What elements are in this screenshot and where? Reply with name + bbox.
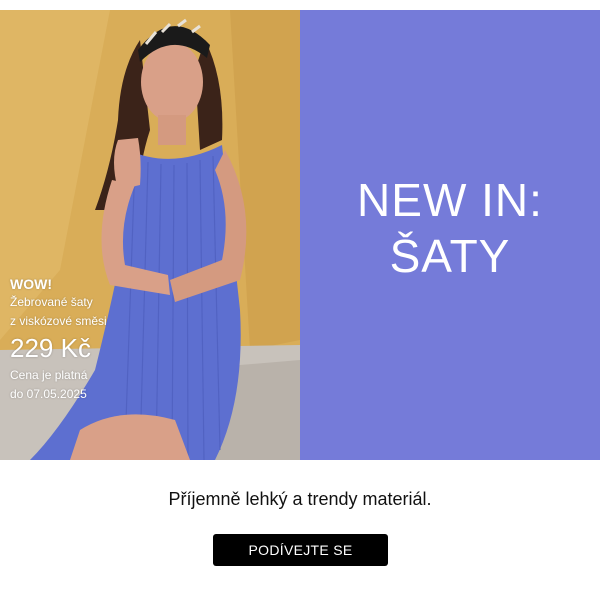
promo-block: WOW! Žebrované šaty z viskózové směsi 22… (10, 275, 107, 404)
subtitle: Příjemně lehký a trendy materiál. (168, 489, 432, 509)
product-name-line1: Žebrované šaty (10, 295, 93, 309)
headline-line1: NEW IN: (357, 174, 543, 226)
model-photo: WOW! Žebrované šaty z viskózové směsi 22… (0, 10, 300, 460)
product-price: 229 Kč (10, 333, 91, 363)
hero-banner[interactable]: WOW! Žebrované šaty z viskózové směsi 22… (0, 10, 600, 460)
product-name-line2: z viskózové směsi (10, 314, 107, 328)
headline-panel: NEW IN: ŠATY (300, 10, 600, 460)
view-button[interactable]: PODÍVEJTE SE (213, 534, 388, 566)
price-validity-line1: Cena je platná (10, 368, 88, 382)
price-validity-line2: do 07.05.2025 (10, 387, 87, 401)
promo-badge: WOW! (10, 276, 52, 292)
headline-line2: ŠATY (389, 230, 511, 282)
